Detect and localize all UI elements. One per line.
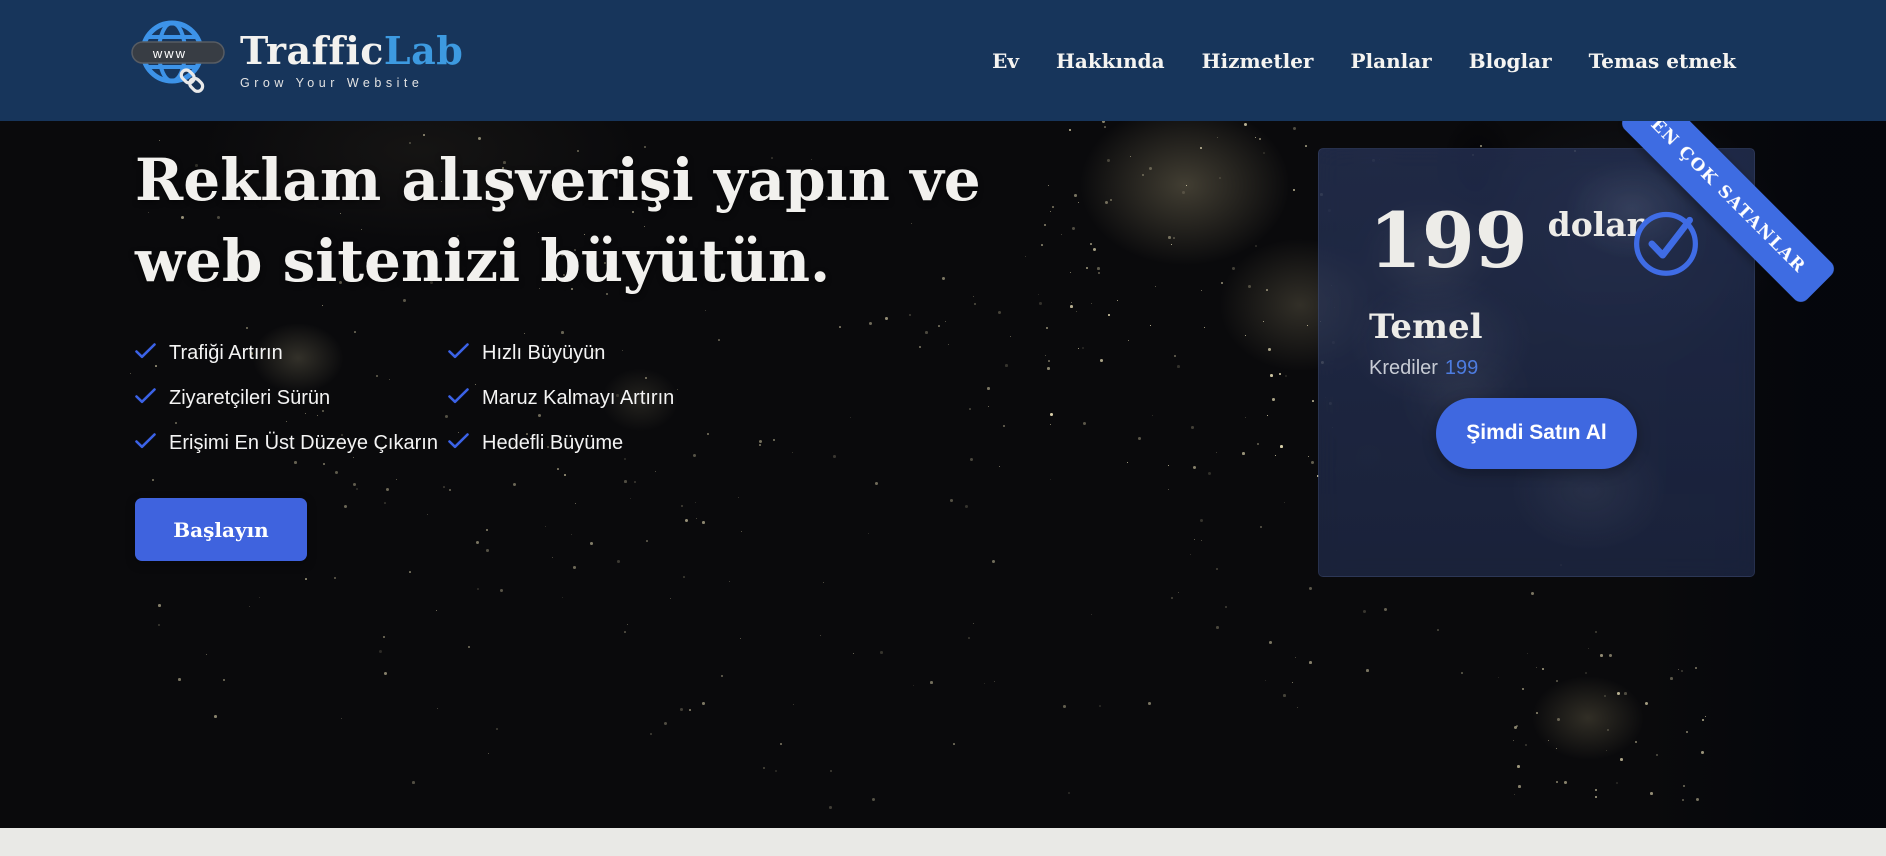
nav-item-ev[interactable]: Ev	[992, 49, 1019, 73]
plan-name: Temel	[1369, 307, 1704, 347]
brand-text: TrafficLab Grow Your Website	[240, 31, 463, 90]
price-value: 199	[1369, 201, 1528, 281]
svg-text:www: www	[152, 46, 187, 61]
check-circle-icon	[1630, 205, 1702, 277]
check-icon	[135, 432, 156, 455]
check-icon	[135, 342, 156, 365]
hero-heading-line2: web sitenizi büyütün.	[135, 227, 830, 295]
feature-item: Maruz Kalmayı Artırın	[448, 383, 981, 413]
feature-label: Trafiği Artırın	[169, 342, 283, 365]
check-icon	[448, 342, 469, 365]
credits-line: Krediler 199	[1369, 357, 1704, 380]
nav-item-hakkinda[interactable]: Hakkında	[1056, 49, 1165, 73]
pricing-card: 199 dolar Temel Krediler199 Şimdi Satın …	[1318, 148, 1755, 577]
feature-label: Ziyaretçileri Sürün	[169, 387, 330, 410]
check-icon	[135, 387, 156, 410]
brand-name-accent: Lab	[384, 28, 463, 73]
main-nav: Ev Hakkında Hizmetler Planlar Bloglar Te…	[992, 49, 1736, 73]
brand-logo[interactable]: www TrafficLab Grow Your Website	[130, 18, 463, 103]
nav-item-planlar[interactable]: Planlar	[1350, 49, 1431, 73]
check-icon	[448, 387, 469, 410]
hero-content: Reklam alışverişi yapın ve web sitenizi …	[135, 140, 981, 561]
feature-item: Hızlı Büyüyün	[448, 338, 981, 368]
nav-item-bloglar[interactable]: Bloglar	[1469, 49, 1552, 73]
nav-item-temas-etmek[interactable]: Temas etmek	[1589, 49, 1736, 73]
brand-tagline: Grow Your Website	[240, 76, 463, 90]
feature-item: Trafiği Artırın	[135, 338, 448, 368]
feature-item: Erişimi En Üst Düzeye Çıkarın	[135, 428, 448, 458]
check-icon	[448, 432, 469, 455]
feature-label: Maruz Kalmayı Artırın	[482, 387, 674, 410]
feature-label: Hedefli Büyüme	[482, 432, 623, 455]
credits-value: 199	[1445, 357, 1478, 379]
hero-heading-line1: Reklam alışverişi yapın ve	[135, 146, 981, 214]
next-section-strip	[0, 828, 1886, 856]
landing-page: www TrafficLab Grow Your Website Ev Hakk…	[0, 0, 1886, 856]
credits-label: Krediler	[1369, 357, 1438, 379]
globe-www-icon: www	[130, 18, 226, 103]
feature-label: Hızlı Büyüyün	[482, 342, 605, 365]
feature-item: Hedefli Büyüme	[448, 428, 981, 458]
hero-heading: Reklam alışverişi yapın ve web sitenizi …	[135, 140, 981, 302]
feature-item: Ziyaretçileri Sürün	[135, 383, 448, 413]
nav-item-hizmetler[interactable]: Hizmetler	[1202, 49, 1314, 73]
get-started-button[interactable]: Başlayın	[135, 498, 307, 561]
feature-label: Erişimi En Üst Düzeye Çıkarın	[169, 432, 438, 455]
brand-name: TrafficLab	[240, 31, 463, 71]
feature-list: Trafiği Artırın Hızlı Büyüyün Ziyaretçil…	[135, 338, 981, 458]
buy-now-button[interactable]: Şimdi Satın Al	[1436, 398, 1637, 469]
site-header: www TrafficLab Grow Your Website Ev Hakk…	[0, 0, 1886, 121]
